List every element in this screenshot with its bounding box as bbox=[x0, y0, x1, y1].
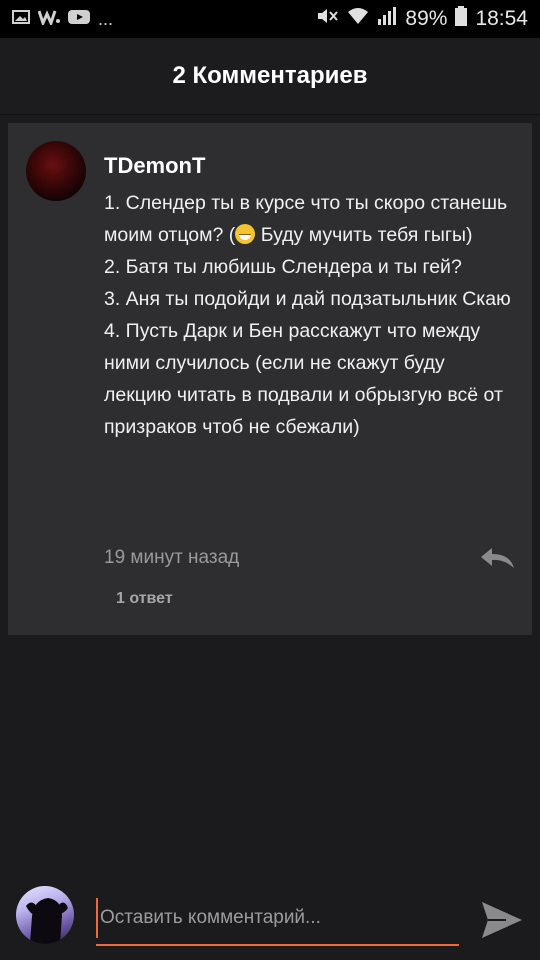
grinning-face-icon bbox=[235, 224, 256, 244]
comment-line-3: 3. Аня ты подойди и дай подзатыльник Ска… bbox=[104, 288, 511, 310]
comment-input-wrap bbox=[96, 898, 459, 946]
comment-composer bbox=[0, 868, 540, 960]
comment-input[interactable] bbox=[96, 898, 459, 938]
comments-header: 2 Комментариев bbox=[0, 38, 540, 115]
send-icon bbox=[482, 902, 522, 938]
w-app-icon bbox=[37, 9, 60, 30]
comment-timestamp: 19 минут назад bbox=[104, 547, 240, 568]
signal-icon bbox=[377, 7, 397, 31]
more-indicator: ... bbox=[98, 8, 114, 29]
replies-link[interactable]: 1 ответ bbox=[116, 590, 173, 608]
youtube-icon bbox=[68, 9, 90, 30]
battery-percent: 89% bbox=[405, 7, 448, 30]
page-title: 2 Комментариев bbox=[172, 62, 368, 89]
comment-body: 1. Слендер ты в курсе что ты скоро стане… bbox=[104, 187, 514, 443]
comment-line-1: 1. Слендер ты в курсе что ты скоро стане… bbox=[104, 192, 508, 246]
mute-icon bbox=[315, 7, 339, 31]
avatar[interactable] bbox=[26, 141, 86, 201]
send-button[interactable] bbox=[478, 898, 526, 942]
comment-author[interactable]: TDemonT bbox=[104, 153, 205, 179]
comment-card: TDemonT 1. Слендер ты в курсе что ты ско… bbox=[8, 123, 532, 635]
wifi-icon bbox=[347, 7, 369, 31]
image-icon bbox=[12, 9, 30, 30]
notification-icons: ... bbox=[12, 9, 113, 30]
clock: 18:54 bbox=[475, 7, 528, 30]
status-bar: ... 89% 18:54 bbox=[0, 0, 540, 38]
user-avatar[interactable] bbox=[16, 886, 74, 944]
reply-icon[interactable] bbox=[478, 545, 518, 571]
battery-icon bbox=[455, 6, 468, 32]
comment-line-2: 2. Батя ты любишь Слендера и ты гей? bbox=[104, 256, 462, 278]
comment-line-4: 4. Пусть Дарк и Бен расскажут что между … bbox=[104, 320, 503, 438]
